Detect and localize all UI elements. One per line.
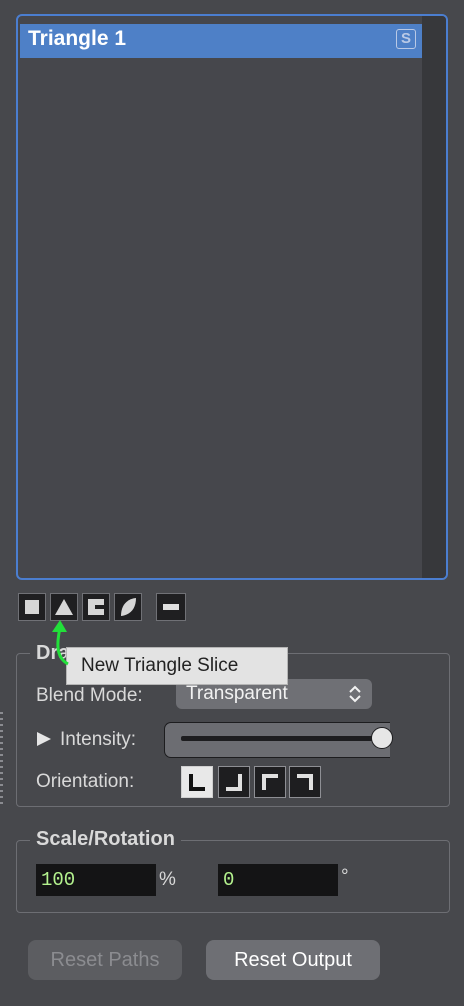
orientation-top-right-button[interactable]: [289, 766, 321, 798]
corner-bottom-right-icon: [226, 774, 242, 791]
list-item-selected[interactable]: Triangle 1 S: [20, 24, 422, 58]
rotation-field[interactable]: 0: [218, 864, 338, 896]
slider-knob[interactable]: [371, 727, 393, 749]
disclosure-triangle-icon[interactable]: [36, 731, 52, 747]
reset-output-button[interactable]: Reset Output: [206, 940, 380, 980]
orientation-top-left-button[interactable]: [254, 766, 286, 798]
orientation-label: Orientation:: [36, 771, 135, 792]
slider-track: [181, 736, 381, 741]
intensity-slider[interactable]: [164, 722, 393, 758]
corner-top-left-icon: [262, 774, 278, 790]
minus-icon: [163, 604, 179, 610]
blend-mode-value: Transparent: [186, 683, 288, 704]
slice-list[interactable]: Triangle 1 S: [16, 14, 448, 580]
corner-top-right-icon: [297, 774, 313, 790]
scale-field[interactable]: 100: [36, 864, 156, 896]
intensity-label: Intensity:: [60, 729, 137, 750]
new-quad-slice-button[interactable]: [18, 593, 46, 621]
list-item-label: Triangle 1: [28, 27, 127, 50]
leaf-icon: [121, 598, 136, 616]
rotation-unit: °: [341, 866, 349, 887]
new-triangle-slice-button[interactable]: [50, 593, 78, 621]
scale-rotation-legend: Scale/Rotation: [30, 828, 181, 851]
triangle-icon: [55, 599, 73, 615]
blend-mode-label: Blend Mode:: [36, 685, 143, 706]
new-circle-slice-button[interactable]: [82, 593, 110, 621]
chevron-updown-icon: [349, 685, 361, 703]
scale-unit: %: [159, 869, 176, 890]
bracket-icon: [88, 599, 104, 615]
remove-slice-button[interactable]: [156, 593, 186, 621]
square-icon: [25, 600, 39, 614]
reset-paths-button[interactable]: Reset Paths: [28, 940, 182, 980]
corner-bottom-left-icon: [189, 774, 205, 791]
orientation-bottom-left-button[interactable]: [181, 766, 213, 798]
cursor-arrow-icon: [52, 620, 69, 666]
orientation-bottom-right-button[interactable]: [218, 766, 250, 798]
tooltip: New Triangle Slice: [66, 647, 288, 685]
solo-toggle[interactable]: S: [396, 29, 416, 49]
list-scrollbar[interactable]: [422, 16, 446, 578]
new-mask-button[interactable]: [114, 593, 142, 621]
resize-handle[interactable]: [0, 712, 3, 804]
